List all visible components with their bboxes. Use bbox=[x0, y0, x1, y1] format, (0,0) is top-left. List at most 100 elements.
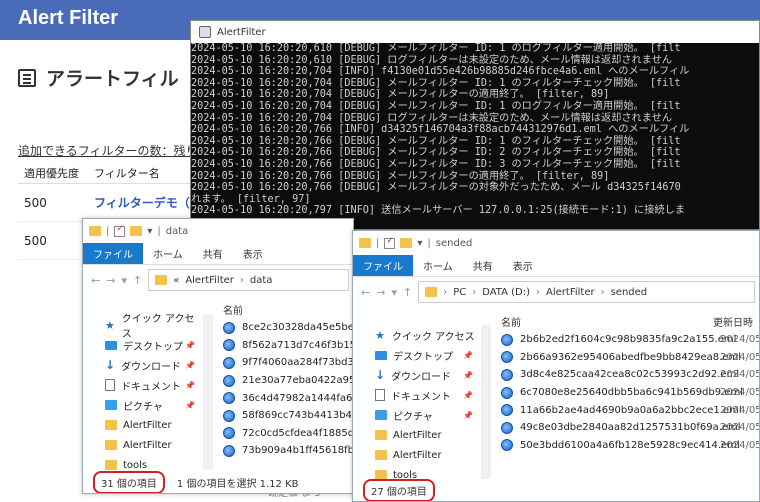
column-header-name[interactable]: 名前 bbox=[501, 314, 713, 329]
folder-icon bbox=[105, 440, 117, 450]
pin-icon: 📌 bbox=[463, 370, 473, 380]
up-icon[interactable]: ↑ bbox=[403, 286, 412, 299]
nav-pane-scrollbar[interactable] bbox=[203, 315, 213, 469]
list-item[interactable]: 8ce2c30328da45e5bedccf bbox=[223, 319, 354, 337]
tab-view[interactable]: 表示 bbox=[233, 243, 273, 264]
table-row[interactable]: 500 フィルターデモ（ bbox=[18, 184, 218, 222]
nav-item-documents[interactable]: ドキュメント 📌 bbox=[83, 375, 203, 395]
console-line: 2024-05-10 16:20:20,704 [DEBUG] メールフィルター… bbox=[191, 89, 610, 101]
chevron-down-icon[interactable]: ▾ bbox=[147, 226, 152, 237]
nav-item-desktop[interactable]: デスクトップ 📌 bbox=[353, 345, 481, 365]
nav-item-pictures[interactable]: ピクチャ 📌 bbox=[353, 405, 481, 425]
list-item[interactable]: 11a66b2ae4ad4690b9a0a6a2bbc2ece1.eml 2024… bbox=[501, 401, 759, 419]
list-item[interactable]: 8f562a713d7c46f3b15b3d bbox=[223, 337, 353, 355]
folder-icon bbox=[105, 460, 117, 470]
nav-item-folder[interactable]: AlertFilter bbox=[353, 425, 481, 445]
folder-icon bbox=[375, 430, 387, 440]
download-icon: ↓ bbox=[105, 358, 116, 372]
console-line: 2024-05-10 16:20:20,766 [DEBUG] メールフィルター… bbox=[191, 147, 681, 159]
file-date: 2024/05/1 bbox=[720, 351, 759, 363]
column-header-name[interactable]: 名前 bbox=[223, 299, 353, 319]
tab-file[interactable]: ファイル bbox=[83, 243, 143, 264]
chevron-down-icon[interactable]: ▾ bbox=[121, 274, 127, 287]
back-icon[interactable]: ← bbox=[361, 286, 370, 299]
column-header-date[interactable]: 更新日時 bbox=[713, 314, 753, 329]
list-item[interactable]: 58f869cc743b4413b420b2 bbox=[223, 407, 353, 425]
list-item[interactable]: 3d8c4e825caa42cea8c02c53993c2d92.eml 2024… bbox=[501, 366, 759, 384]
list-item[interactable]: 9f7f4060aa284f73bd3ab0 bbox=[223, 354, 353, 372]
list-item[interactable]: 2b66a9362e95406abedfbe9bb8429ea8.eml 2024… bbox=[501, 349, 759, 367]
new-folder-icon[interactable] bbox=[130, 226, 143, 236]
breadcrumb-item[interactable]: DATA (D:) bbox=[482, 287, 530, 298]
chevron-down-icon[interactable]: ▾ bbox=[391, 286, 397, 299]
tab-home[interactable]: ホーム bbox=[143, 243, 193, 264]
item-count: 31 個の項目 bbox=[93, 470, 165, 493]
properties-icon[interactable] bbox=[114, 224, 126, 237]
breadcrumb-item[interactable]: AlertFilter bbox=[185, 275, 234, 286]
breadcrumb-item[interactable]: AlertFilter bbox=[546, 287, 595, 298]
list-item[interactable]: 50e3bdd6100a4a6fb128e5928c9ec414.eml 2024… bbox=[501, 437, 759, 455]
nav-item-folder[interactable]: AlertFilter bbox=[83, 435, 203, 455]
breadcrumb-item[interactable]: sended bbox=[611, 287, 648, 298]
forward-icon[interactable]: → bbox=[106, 274, 115, 287]
email-file-icon bbox=[501, 404, 513, 417]
console-line: 2024-05-10 16:20:20,704 [DEBUG] メールフィルター… bbox=[191, 100, 681, 112]
properties-icon[interactable] bbox=[384, 236, 396, 249]
forward-icon[interactable]: → bbox=[376, 286, 385, 299]
file-name: 21e30a77eba0422a95868e bbox=[242, 375, 353, 387]
priority-cell: 500 bbox=[24, 195, 47, 210]
explorer-window-data[interactable]: | ▾ | data ファイル ホーム 共有 表示 ← → ▾ ↑ « Aler… bbox=[82, 218, 354, 494]
folder-icon bbox=[155, 275, 168, 285]
address-bar[interactable]: › PC › DATA (D:) › AlertFilter › sended bbox=[418, 281, 755, 303]
list-item[interactable]: 21e30a77eba0422a95868e bbox=[223, 372, 353, 390]
back-icon[interactable]: ← bbox=[91, 274, 100, 287]
nav-item-folder[interactable]: AlertFilter bbox=[83, 415, 203, 435]
file-name: 11a66b2ae4ad4690b9a0a6a2bbc2ece1.eml bbox=[520, 404, 742, 416]
app-title[interactable]: Alert Filter bbox=[18, 7, 118, 30]
chevron-right-icon: › bbox=[239, 274, 244, 286]
nav-item-downloads[interactable]: ↓ ダウンロード 📌 bbox=[353, 365, 481, 385]
console-line: 2024-05-10 16:20:20,766 [INFO] d34325f14… bbox=[191, 124, 690, 136]
nav-item-quick-access[interactable]: ★ クイック アクセス bbox=[83, 314, 203, 340]
nav-item-quick-access[interactable]: ★ クイック アクセス bbox=[353, 325, 481, 345]
breadcrumb-overflow[interactable]: « bbox=[173, 275, 179, 286]
console-line: 2024-05-10 16:20:20,704 [DEBUG] メールフィルター… bbox=[191, 77, 681, 89]
explorer-window-sended[interactable]: | ▾ | sended ファイル ホーム 共有 表示 ← → ▾ ↑ › PC… bbox=[352, 230, 760, 502]
tab-share[interactable]: 共有 bbox=[193, 243, 233, 264]
nav-item-folder[interactable]: AlertFilter bbox=[353, 445, 481, 465]
console-line: 2024-05-10 16:20:20,610 [DEBUG] メールフィルター… bbox=[191, 43, 681, 54]
window-title: sended bbox=[435, 237, 473, 249]
tab-view[interactable]: 表示 bbox=[503, 255, 543, 276]
console-output: 2024-05-10 16:20:20,610 [DEBUG] メールフィルター… bbox=[191, 43, 759, 231]
nav-item-documents[interactable]: ドキュメント 📌 bbox=[353, 385, 481, 405]
list-item[interactable]: 49c8e03dbe2840aa82d1257531b0f69a.eml 2024… bbox=[501, 419, 759, 437]
nav-item-label: AlertFilter bbox=[393, 449, 442, 461]
console-window[interactable]: AlertFilter 2024-05-10 16:20:20,610 [DEB… bbox=[190, 20, 760, 230]
file-name: 8ce2c30328da45e5bedccf bbox=[242, 322, 354, 334]
tab-home[interactable]: ホーム bbox=[413, 255, 463, 276]
nav-item-downloads[interactable]: ↓ ダウンロード 📌 bbox=[83, 355, 203, 375]
list-item[interactable]: 73b909a4b1ff45618fba71 bbox=[223, 442, 353, 460]
chevron-right-icon: › bbox=[536, 286, 541, 298]
address-bar[interactable]: « AlertFilter › data bbox=[148, 269, 349, 291]
tab-share[interactable]: 共有 bbox=[463, 255, 503, 276]
tab-file[interactable]: ファイル bbox=[353, 255, 413, 276]
file-list: 名前 更新日時 2b6b2ed2f1604c9c98b9835fa9c2a155… bbox=[501, 311, 759, 455]
email-file-icon bbox=[223, 427, 235, 440]
email-file-icon bbox=[501, 351, 513, 364]
new-folder-icon[interactable] bbox=[400, 238, 413, 248]
list-item[interactable]: 2b6b2ed2f1604c9c98b9835fa9c2a155.eml 2024… bbox=[501, 331, 759, 349]
breadcrumb-item[interactable]: data bbox=[250, 275, 273, 286]
console-titlebar[interactable]: AlertFilter bbox=[191, 21, 759, 43]
nav-item-pictures[interactable]: ピクチャ 📌 bbox=[83, 395, 203, 415]
documents-icon bbox=[105, 379, 115, 391]
nav-item-desktop[interactable]: デスクトップ 📌 bbox=[83, 335, 203, 355]
chevron-down-icon[interactable]: ▾ bbox=[417, 238, 422, 249]
list-item[interactable]: 72c0cd5cfdea4f1885da9d bbox=[223, 425, 353, 443]
list-item[interactable]: 6c7080e8e25640dbb5ba6c941b569db9.eml 2024… bbox=[501, 384, 759, 402]
up-icon[interactable]: ↑ bbox=[133, 274, 142, 287]
breadcrumb-item[interactable]: PC bbox=[453, 287, 466, 298]
list-item[interactable]: 36c4d47982a1444fa63b56 bbox=[223, 389, 353, 407]
nav-pane-scrollbar[interactable] bbox=[481, 325, 491, 479]
file-date: 2024/05/1 bbox=[720, 422, 759, 434]
